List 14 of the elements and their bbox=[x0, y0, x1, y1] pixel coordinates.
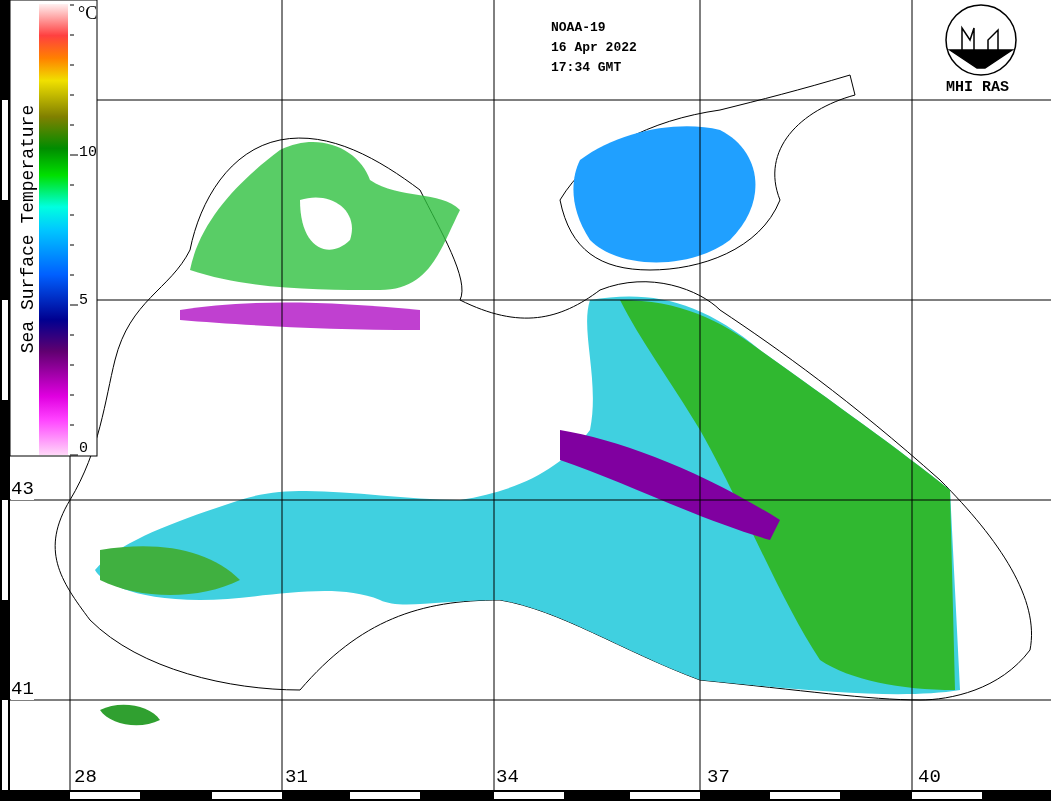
longitude-label: 28 bbox=[74, 766, 97, 788]
tick-label: 0 bbox=[79, 440, 88, 458]
logo-label: MHI RAS bbox=[946, 78, 1009, 98]
tick-label: 10 bbox=[79, 144, 97, 162]
satellite-label: NOAA-19 bbox=[551, 19, 607, 37]
colorbar-title: Sea Surface Temperature bbox=[17, 103, 39, 356]
longitude-label: 34 bbox=[496, 766, 519, 788]
date-label: 16 Apr 2022 bbox=[551, 39, 637, 57]
tick-label: 5 bbox=[79, 292, 88, 310]
longitude-label: 31 bbox=[285, 766, 308, 788]
time-label: 17:34 GMT bbox=[551, 59, 623, 77]
longitude-label: 37 bbox=[707, 766, 730, 788]
unit-label: °C bbox=[78, 3, 98, 23]
longitude-label: 40 bbox=[918, 766, 941, 788]
